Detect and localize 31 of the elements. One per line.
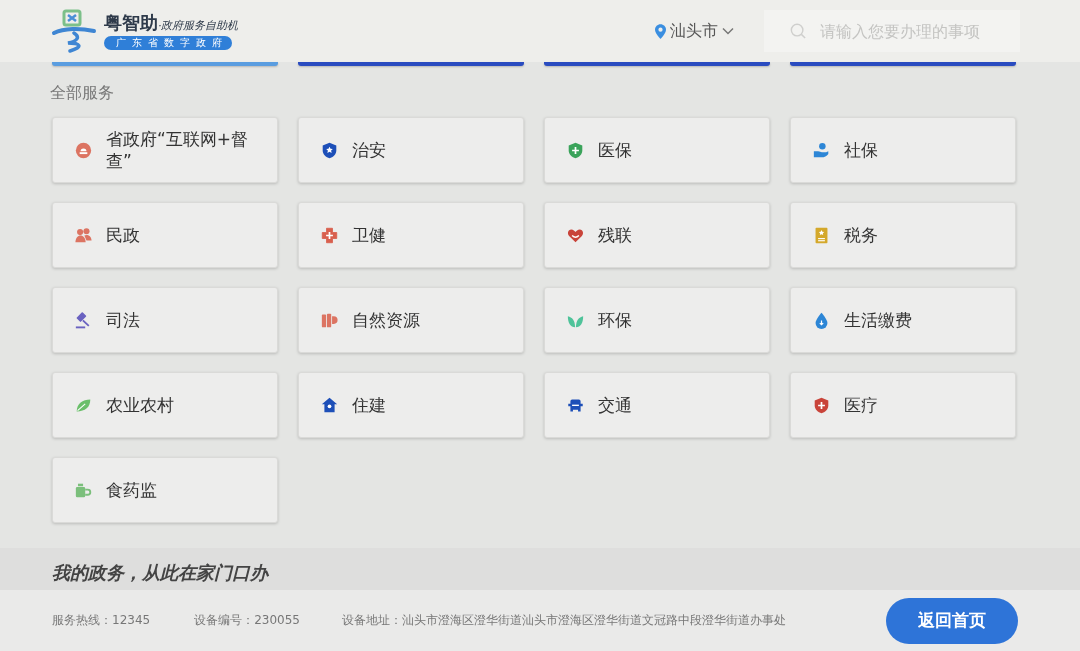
section-title: 全部服务 bbox=[50, 83, 114, 103]
search-icon bbox=[790, 23, 806, 39]
organization-badge: 广东省数字政府 bbox=[104, 35, 232, 50]
service-tile[interactable]: 社保 bbox=[790, 117, 1016, 183]
service-tile[interactable]: 食药监 bbox=[52, 457, 278, 523]
service-tile[interactable]: 环保 bbox=[544, 287, 770, 353]
city-selector[interactable]: 汕头市 bbox=[655, 18, 734, 44]
service-tile[interactable]: 住建 bbox=[298, 372, 524, 438]
service-tile[interactable]: 医疗 bbox=[790, 372, 1016, 438]
app-subtitle: ·政府服务自助机 bbox=[158, 18, 239, 33]
slogan-text: 我的政务，从此在家门口办 bbox=[52, 562, 268, 584]
logo-icon bbox=[50, 9, 98, 53]
service-tile[interactable]: 治安 bbox=[298, 117, 524, 183]
service-tile[interactable]: 医保 bbox=[544, 117, 770, 183]
service-tile[interactable]: 民政 bbox=[52, 202, 278, 268]
location-pin-icon bbox=[655, 23, 666, 39]
service-tile[interactable]: 卫健 bbox=[298, 202, 524, 268]
service-tile[interactable]: 司法 bbox=[52, 287, 278, 353]
hotline-text: 服务热线：12345 bbox=[52, 612, 151, 629]
service-tile[interactable]: 省政府“互联网+督查” bbox=[52, 117, 278, 183]
chevron-down-icon bbox=[722, 27, 734, 35]
service-tile[interactable]: 生活缴费 bbox=[790, 287, 1016, 353]
service-tile[interactable]: 自然资源 bbox=[298, 287, 524, 353]
service-tile[interactable]: 税务 bbox=[790, 202, 1016, 268]
service-tile[interactable]: 残联 bbox=[544, 202, 770, 268]
service-tile[interactable]: 交通 bbox=[544, 372, 770, 438]
device-address-text: 设备地址：汕头市澄海区澄华街道汕头市澄海区澄华街道文冠路中段澄华街道办事处 bbox=[342, 612, 786, 629]
app-name: 粤智助 bbox=[104, 12, 158, 33]
home-button[interactable]: 返回首页 bbox=[886, 597, 1018, 644]
device-number-text: 设备编号：230055 bbox=[194, 612, 300, 629]
service-tile[interactable]: 农业农村 bbox=[52, 372, 278, 438]
